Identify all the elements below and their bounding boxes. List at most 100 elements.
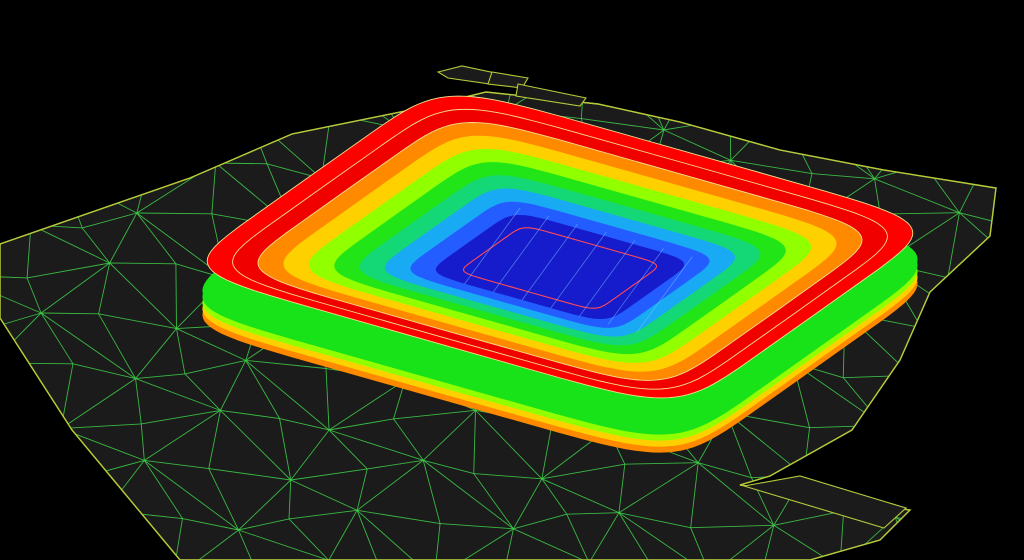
mesh-edge xyxy=(35,473,95,480)
mesh-edge xyxy=(894,516,989,560)
mesh-edge xyxy=(0,167,32,226)
mesh-edge xyxy=(515,60,585,74)
mesh-edge xyxy=(31,61,99,68)
mesh-edge xyxy=(910,327,922,376)
mesh-edge xyxy=(307,92,331,114)
mesh-edge xyxy=(921,324,978,329)
mesh-edge xyxy=(175,112,248,129)
mesh-edge xyxy=(977,310,996,326)
mesh-edge xyxy=(99,61,182,75)
mesh-edge xyxy=(915,128,925,165)
mesh-edge xyxy=(690,92,781,111)
mesh-edge xyxy=(894,516,923,560)
mesh-edge xyxy=(23,478,37,525)
mesh-edge xyxy=(949,466,960,530)
mesh-edge xyxy=(911,374,989,418)
mesh-edge xyxy=(994,360,996,368)
mesh-edge xyxy=(882,375,912,426)
mesh-edge xyxy=(247,92,309,114)
mesh-edge xyxy=(911,324,978,376)
mesh-edge xyxy=(988,360,995,418)
mesh-edge xyxy=(0,210,32,226)
mesh-edge xyxy=(915,92,966,130)
mesh-edge xyxy=(636,69,691,80)
mesh-edge xyxy=(988,416,996,431)
mesh-edge xyxy=(977,324,996,368)
mesh-edge xyxy=(0,110,71,118)
mesh-edge xyxy=(0,67,31,79)
mesh-edge xyxy=(123,124,147,179)
mesh-edge xyxy=(915,74,965,79)
mesh-edge xyxy=(947,277,978,326)
mesh-edge xyxy=(964,92,996,115)
mesh-edge xyxy=(94,473,107,511)
mesh-edge xyxy=(977,325,995,362)
mesh-edge xyxy=(935,410,959,468)
mesh-edge xyxy=(123,124,216,164)
mesh-edge xyxy=(875,460,959,468)
mesh-edge xyxy=(874,425,884,461)
mesh-edge xyxy=(182,75,255,78)
mesh-edge xyxy=(894,516,950,531)
mesh-edge xyxy=(585,60,636,68)
mesh-edge xyxy=(936,410,989,418)
mesh-edge xyxy=(175,127,217,164)
mesh-edge xyxy=(103,510,107,560)
3d-viewport[interactable] xyxy=(0,0,1024,560)
mesh-edge xyxy=(730,109,781,120)
mesh-edge xyxy=(729,118,732,161)
mesh-edge xyxy=(30,92,71,112)
mesh-edge xyxy=(53,510,107,560)
mesh-edge xyxy=(690,92,731,120)
mesh-edge xyxy=(915,113,996,130)
mesh-edge xyxy=(98,92,124,126)
mesh-edge xyxy=(949,529,989,560)
mesh-edge xyxy=(62,174,138,214)
mesh-edge xyxy=(123,124,176,129)
mesh-edge xyxy=(765,92,781,111)
mesh-edge xyxy=(848,92,916,130)
mesh-edge xyxy=(30,92,124,126)
mesh-edge xyxy=(988,416,996,481)
mesh-edge xyxy=(988,366,996,418)
mesh-edge xyxy=(691,69,766,80)
mesh-edge xyxy=(23,509,107,525)
mesh-edge xyxy=(910,375,937,412)
mesh-edge xyxy=(837,92,850,124)
mesh-edge xyxy=(247,112,331,115)
mesh-edge xyxy=(915,128,985,164)
mesh-edge xyxy=(308,63,360,64)
mesh-edge xyxy=(62,124,124,176)
mesh-edge xyxy=(849,60,915,73)
mesh-edge xyxy=(175,92,183,129)
mesh-edge xyxy=(0,160,32,226)
mesh-edge xyxy=(766,60,849,69)
mesh-edge xyxy=(988,520,996,560)
mesh-edge xyxy=(882,410,937,426)
mesh-edge xyxy=(30,174,64,226)
mesh-edge xyxy=(988,416,996,471)
mesh-edge xyxy=(175,263,177,329)
mesh-edge xyxy=(181,92,248,114)
mesh-edge xyxy=(882,424,959,468)
mesh-edge xyxy=(35,478,107,511)
mesh-edge xyxy=(914,92,916,129)
mesh-edge xyxy=(255,63,308,78)
mesh-edge xyxy=(984,114,996,163)
mesh-edge xyxy=(911,360,995,376)
mesh-edge xyxy=(949,519,996,531)
mesh-edge xyxy=(123,92,182,126)
mesh-edge xyxy=(0,413,37,479)
mesh-edge xyxy=(23,523,55,560)
mesh-edge xyxy=(947,274,996,279)
mesh-edge xyxy=(246,92,256,114)
mesh-edge xyxy=(307,92,401,129)
mesh-edge xyxy=(62,110,71,175)
scene-canvas[interactable] xyxy=(0,0,1024,560)
mesh-edge xyxy=(1019,228,1024,276)
mesh-edge xyxy=(958,466,996,521)
mesh-edge xyxy=(70,110,124,126)
mesh-edge xyxy=(779,92,849,111)
mesh-edge xyxy=(62,174,146,179)
mesh-edge xyxy=(958,466,996,481)
